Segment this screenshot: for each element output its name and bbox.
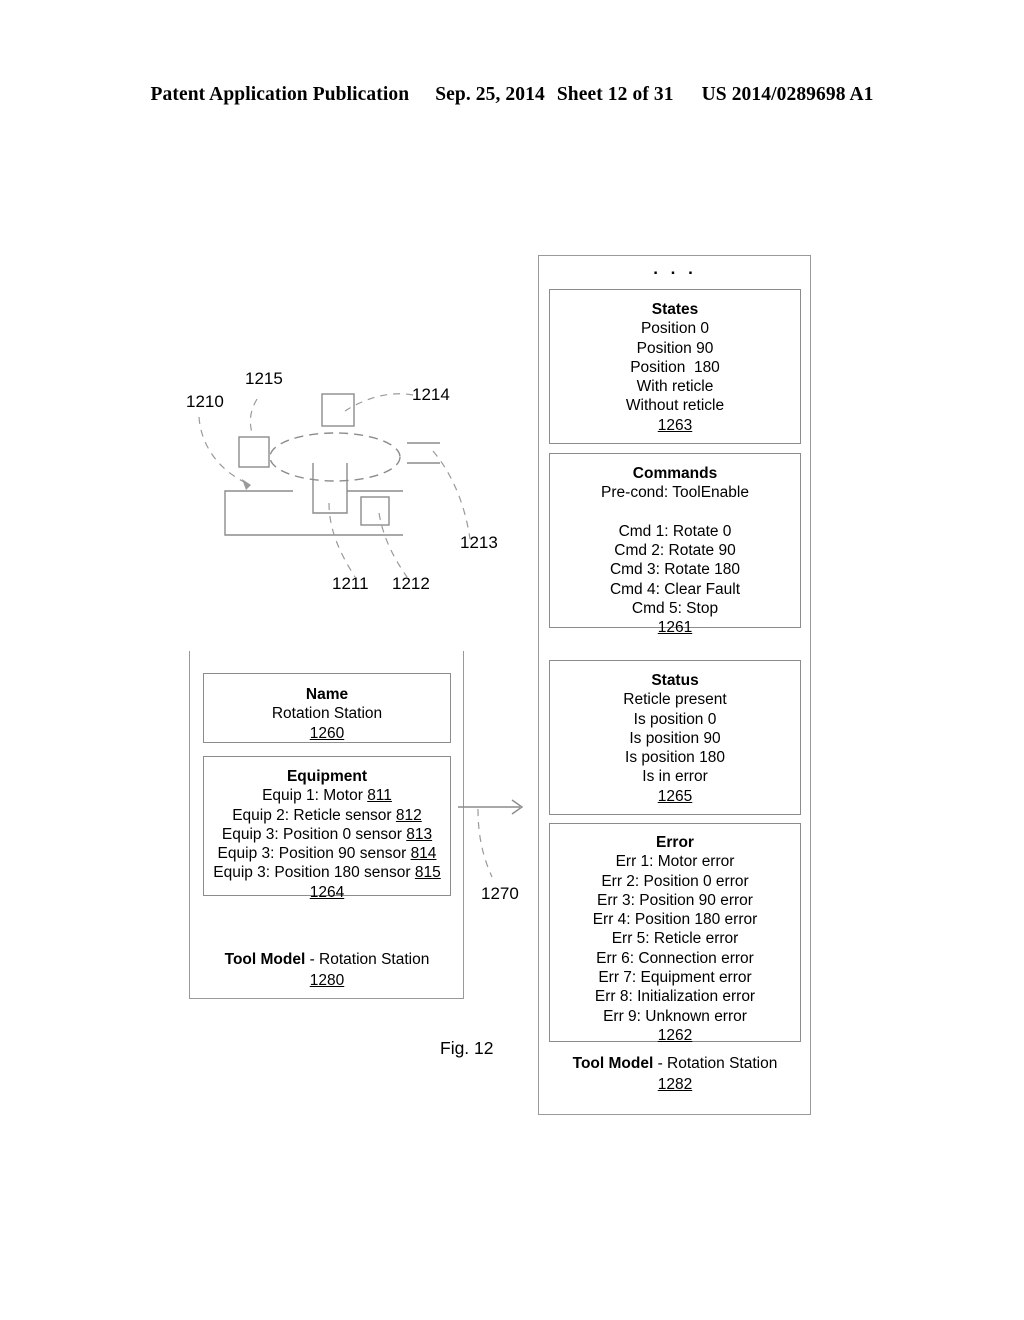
status-box-ref: 1265 [657, 787, 693, 805]
equipment-item: Equip 2: Reticle sensor 812 [204, 806, 450, 825]
header-date: Sep. 25, 2014 [435, 84, 545, 105]
equipment-item: Equip 3: Position 0 sensor 813 [204, 825, 450, 844]
left-tool-model-container: Name Rotation Station 1260 Equipment Equ… [189, 651, 464, 999]
equipment-item-ref: 814 [410, 845, 437, 863]
equipment-item: Equip 3: Position 180 sensor 815 [204, 863, 450, 882]
equipment-item-ref: 812 [395, 806, 422, 824]
continuation-ellipsis: . . . [653, 259, 697, 278]
commands-box-title: Commands [632, 465, 718, 482]
status-box-title: Status [651, 672, 699, 689]
turntable-ellipse [269, 432, 401, 482]
name-box-title: Name [305, 686, 349, 703]
ref-label-1210: 1210 [186, 392, 224, 411]
commands-item: Cmd 5: Stop [631, 600, 719, 618]
leader-1210-arrowhead [242, 479, 251, 490]
states-item: Position 0 [640, 320, 710, 338]
right-footer-ref: 1282 [657, 1076, 693, 1093]
error-item: Err 9: Unknown error [603, 1007, 747, 1025]
error-item: Err 4: Position 180 error [592, 911, 758, 929]
sensor-box-1214 [321, 393, 355, 427]
sensor-box-1215 [238, 436, 270, 468]
status-item: Is position 180 [625, 749, 725, 767]
leader-1211 [328, 502, 356, 578]
equipment-box-ref: 1264 [309, 883, 345, 901]
left-footer-ref: 1280 [309, 972, 345, 989]
leader-1210 [198, 416, 252, 486]
right-tool-model-container: . . . States Position 0 Position 90 Posi… [538, 255, 811, 1115]
commands-precondition: Pre-cond: ToolEnable [601, 484, 749, 502]
states-box-ref: 1263 [657, 416, 693, 434]
ref-label-1211: 1211 [332, 574, 369, 593]
commands-item: Cmd 1: Rotate 0 [618, 522, 732, 540]
states-item: With reticle [636, 378, 714, 396]
leader-1215 [249, 398, 258, 438]
commands-item: Cmd 2: Rotate 90 [614, 542, 736, 560]
status-item: Is position 90 [629, 729, 721, 747]
error-item: Err 1: Motor error [615, 853, 735, 871]
leader-1212 [378, 512, 408, 578]
ref-label-1213: 1213 [460, 533, 498, 552]
leader-1214 [344, 393, 414, 412]
commands-box-ref: 1261 [657, 619, 693, 637]
left-footer-label-rest: - Rotation Station [305, 951, 430, 968]
states-box-title: States [651, 301, 699, 318]
ref-label-1270: 1270 [481, 884, 519, 903]
equipment-item-text: Equip 2: Reticle sensor [232, 806, 396, 824]
left-tool-model-footer: Tool Model - Rotation Station 1280 [203, 949, 451, 991]
equipment-item: Equip 1: Motor 811 [204, 786, 450, 805]
left-footer-label-bold: Tool Model [224, 951, 306, 968]
equipment-item-text: Equip 3: Position 180 sensor [213, 864, 415, 882]
commands-blank-line [550, 503, 800, 522]
ref-label-1214: 1214 [412, 385, 450, 404]
commands-item: Cmd 3: Rotate 180 [609, 561, 741, 579]
status-item: Is position 0 [633, 710, 717, 728]
equipment-item-text: Equip 3: Position 0 sensor [221, 825, 407, 843]
connector-leader-1270 [477, 808, 493, 878]
connector-arrow [458, 799, 524, 878]
error-item: Err 8: Initialization error [594, 988, 756, 1006]
error-box-title: Error [656, 834, 694, 851]
publication-header: Patent Application Publication Sep. 25, 2… [0, 84, 1024, 106]
error-item: Err 5: Reticle error [611, 930, 739, 948]
equipment-item: Equip 3: Position 90 sensor 814 [204, 844, 450, 863]
equipment-item-text: Equip 1: Motor [262, 787, 368, 805]
commands-box: Commands Pre-cond: ToolEnable Cmd 1: Rot… [549, 453, 801, 636]
ref-label-1215: 1215 [245, 369, 283, 388]
equipment-item-ref: 815 [414, 864, 441, 882]
equipment-item-text: Equip 3: Position 90 sensor [217, 845, 411, 863]
states-item: Position 90 [636, 339, 714, 357]
equipment-item-ref: 811 [367, 787, 392, 805]
motor-column [312, 463, 348, 514]
status-box: Status Reticle present Is position 0 Is … [549, 660, 801, 815]
right-footer-label-rest: - Rotation Station [653, 1055, 778, 1072]
name-box-ref: 1260 [309, 724, 345, 742]
sensor-box-1212 [360, 496, 390, 526]
error-box: Error Err 1: Motor error Err 2: Position… [549, 823, 801, 1044]
states-box: States Position 0 Position 90 Position 1… [549, 289, 801, 444]
error-item: Err 3: Position 90 error [597, 891, 753, 909]
equipment-item-ref: 813 [406, 825, 433, 843]
name-box-value: Rotation Station [271, 705, 383, 723]
states-item: Without reticle [625, 397, 725, 415]
error-item: Err 7: Equipment error [598, 969, 752, 987]
right-tool-model-footer: Tool Model - Rotation Station 1282 [549, 1053, 801, 1095]
right-footer-label-bold: Tool Model [572, 1055, 654, 1072]
ref-label-1212: 1212 [392, 574, 430, 593]
figure-caption: Fig. 12 [440, 1038, 494, 1058]
patent-figure-page: Patent Application Publication Sep. 25, 2… [0, 0, 1024, 1320]
error-box-ref: 1262 [657, 1026, 693, 1044]
status-item: Is in error [642, 768, 708, 786]
error-item: Err 6: Connection error [596, 949, 754, 967]
header-patent-number: US 2014/0289698 A1 [701, 84, 874, 105]
equipment-box: Equipment Equip 1: Motor 811 Equip 2: Re… [203, 756, 451, 901]
header-publication: Patent Application Publication [150, 84, 410, 105]
header-sheet: Sheet 12 of 31 [556, 84, 674, 105]
status-item: Reticle present [623, 691, 727, 709]
leader-1213 [432, 450, 471, 540]
commands-item: Cmd 4: Clear Fault [609, 580, 741, 598]
equipment-box-title: Equipment [286, 768, 368, 785]
error-item: Err 2: Position 0 error [601, 872, 749, 890]
states-item: Position 180 [630, 358, 720, 376]
name-box: Name Rotation Station 1260 [203, 673, 451, 743]
